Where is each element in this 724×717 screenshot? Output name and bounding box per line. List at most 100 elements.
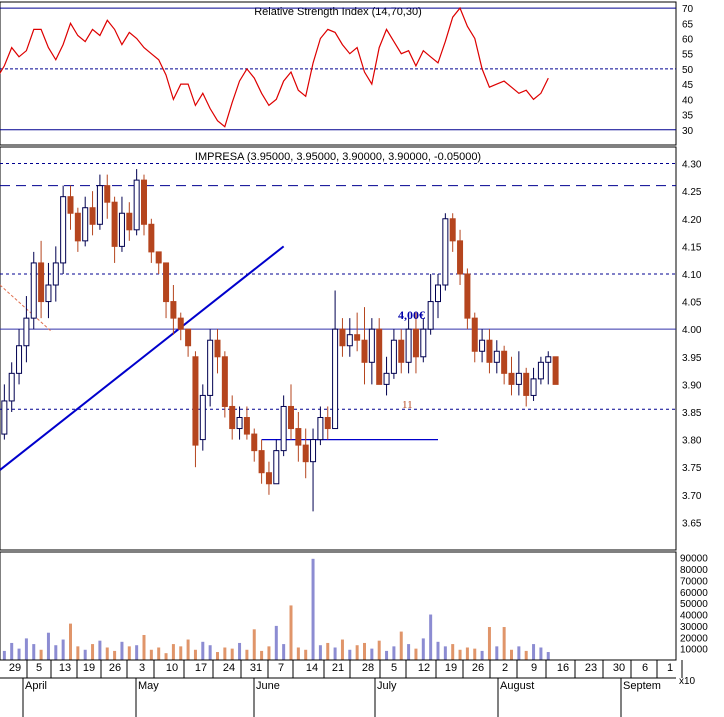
candle-body bbox=[192, 356, 199, 446]
day-label: 3 bbox=[139, 662, 145, 674]
candle-body bbox=[67, 196, 74, 214]
day-label: 5 bbox=[36, 662, 42, 674]
price-tick-label: 3.65 bbox=[682, 518, 702, 529]
rsi-tick-label: 35 bbox=[682, 111, 694, 122]
candle-body bbox=[405, 328, 412, 363]
volume-bar bbox=[164, 653, 168, 660]
volume-bar bbox=[436, 641, 440, 660]
volume-tick-label: 10000 bbox=[680, 645, 708, 656]
price-tick-label: 3.85 bbox=[682, 408, 702, 419]
volume-bar bbox=[296, 647, 300, 660]
candle-body bbox=[16, 345, 23, 374]
month-label: May bbox=[138, 680, 159, 692]
candle-body bbox=[148, 223, 155, 253]
volume-bar bbox=[370, 648, 374, 660]
volume-bar bbox=[76, 646, 80, 660]
candle-body bbox=[493, 350, 500, 363]
volume-bar bbox=[193, 649, 197, 660]
candle-body bbox=[38, 262, 45, 303]
volume-bar bbox=[216, 652, 219, 660]
candle-body bbox=[537, 361, 544, 380]
candle-body bbox=[155, 251, 162, 264]
candle-body bbox=[515, 372, 522, 385]
candle-body bbox=[273, 450, 280, 485]
volume-bar bbox=[252, 629, 256, 660]
candle-body bbox=[442, 218, 449, 286]
volume-bar bbox=[113, 650, 117, 660]
month-label: Septem bbox=[623, 680, 661, 692]
candle-body bbox=[302, 444, 309, 463]
volume-bar bbox=[69, 623, 72, 660]
candle-body bbox=[420, 328, 427, 358]
volume-bar bbox=[407, 644, 411, 660]
rsi-tick-label: 50 bbox=[682, 65, 694, 76]
candle-body bbox=[435, 284, 441, 303]
volume-bar bbox=[399, 631, 403, 660]
volume-bar bbox=[127, 646, 131, 660]
candle-body bbox=[199, 394, 206, 441]
volume-bar bbox=[230, 648, 234, 660]
candle-body bbox=[207, 339, 214, 396]
day-label: 1 bbox=[667, 662, 673, 674]
rsi-tick-label: 45 bbox=[682, 80, 694, 91]
price-tick-label: 4.10 bbox=[682, 270, 702, 281]
rsi-tick-label: 65 bbox=[682, 19, 694, 30]
candle-body bbox=[545, 356, 552, 363]
rsi-tick-label: 30 bbox=[682, 126, 694, 137]
candle-body bbox=[243, 417, 250, 435]
volume-tick-label: 90000 bbox=[680, 554, 708, 565]
candle-body bbox=[346, 334, 353, 347]
volume-bar bbox=[451, 644, 455, 660]
volume-bar bbox=[421, 638, 425, 660]
day-label: 13 bbox=[59, 662, 71, 674]
day-label: 30 bbox=[613, 662, 625, 674]
volume-bar bbox=[267, 646, 271, 660]
volume-bar bbox=[311, 558, 315, 660]
candle-body bbox=[141, 179, 147, 225]
price-tick-label: 4.05 bbox=[682, 298, 702, 309]
volume-bar bbox=[2, 650, 6, 660]
candle-body bbox=[324, 417, 331, 430]
volume-bar bbox=[149, 649, 153, 660]
volume-bar bbox=[223, 647, 227, 660]
volume-bar bbox=[385, 650, 389, 660]
volume-bar bbox=[245, 649, 249, 660]
candle-body bbox=[508, 372, 515, 385]
candle-body bbox=[60, 196, 67, 264]
day-label: 24 bbox=[223, 662, 235, 674]
candle-body bbox=[30, 262, 37, 319]
day-label: 23 bbox=[585, 662, 597, 674]
candle-body bbox=[265, 472, 272, 485]
price-tick-label: 3.70 bbox=[682, 491, 702, 502]
candle-body bbox=[354, 334, 361, 341]
candle-body bbox=[398, 339, 405, 363]
candle-body bbox=[339, 328, 346, 347]
candle-body bbox=[163, 262, 170, 303]
candle-body bbox=[229, 405, 236, 430]
month-label: August bbox=[500, 680, 534, 692]
day-label: 19 bbox=[445, 662, 457, 674]
candle-body bbox=[449, 218, 456, 242]
volume-bar bbox=[260, 650, 264, 660]
volume-bar bbox=[333, 647, 337, 660]
rsi-tick-label: 55 bbox=[682, 50, 694, 61]
volume-tick-label: 70000 bbox=[680, 576, 708, 587]
price-tick-label: 4.30 bbox=[682, 160, 702, 171]
candle-body bbox=[170, 301, 177, 319]
volume-tick-label: 20000 bbox=[680, 633, 708, 644]
volume-bar bbox=[142, 634, 146, 660]
rsi-tick-label: 60 bbox=[682, 35, 694, 46]
volume-bar bbox=[524, 650, 528, 660]
candle-body bbox=[1, 400, 8, 435]
volume-bar bbox=[46, 632, 50, 660]
day-label: 10 bbox=[166, 662, 178, 674]
volume-bar bbox=[39, 649, 43, 660]
candle-body bbox=[390, 339, 397, 374]
month-label: April bbox=[25, 680, 47, 692]
day-label: 21 bbox=[332, 662, 344, 674]
volume-bar bbox=[495, 646, 499, 660]
volume-bar bbox=[363, 642, 366, 660]
day-label: 28 bbox=[362, 662, 374, 674]
candle-body bbox=[530, 378, 537, 396]
volume-bar bbox=[91, 644, 95, 660]
